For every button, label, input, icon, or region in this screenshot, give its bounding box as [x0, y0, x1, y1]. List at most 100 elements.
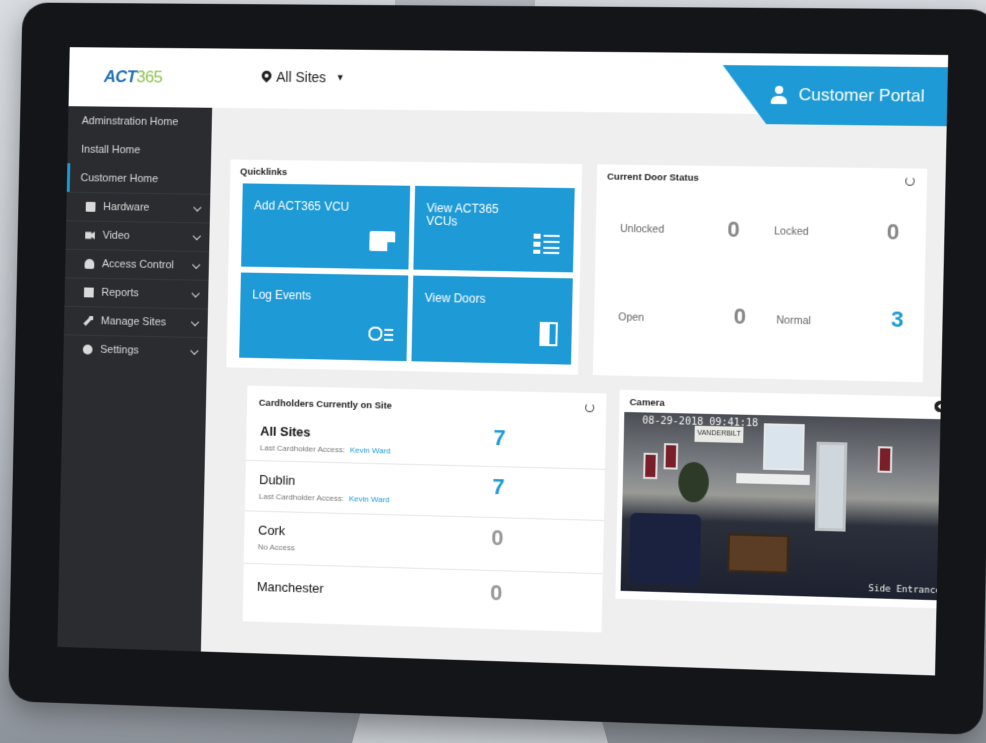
chevron-down-icon: [192, 231, 201, 241]
cardholder-row-all-sites[interactable]: All Sites Last Cardholder Access: Kevin W…: [245, 413, 606, 470]
site-selector-value: All Sites: [276, 68, 327, 86]
sidebar-item-label: Adminstration Home: [81, 114, 179, 128]
user-icon: [84, 258, 95, 269]
refresh-icon[interactable]: [905, 176, 915, 186]
refresh-icon[interactable]: [585, 403, 595, 413]
cardholder-row-dublin[interactable]: Dublin Last Cardholder Access: Kevin Ward…: [244, 461, 605, 522]
gear-icon[interactable]: [934, 400, 947, 413]
sidebar-item-label: Manage Sites: [100, 315, 167, 329]
caret-down-icon: ▼: [335, 72, 345, 83]
sidebar-item-label: Customer Home: [80, 171, 159, 185]
view-vcus-tile[interactable]: View ACT365 VCUs: [413, 185, 575, 273]
camera-panel: Camera VANDERBILT 08-29-2018 09:41:18 Si…: [615, 389, 949, 609]
door-status-title: Current Door Status: [606, 171, 699, 184]
app-screen: ACT365 All Sites ▼ Customer Portal Admin…: [57, 47, 949, 676]
clock-list-icon: [367, 322, 394, 343]
gear-icon: [82, 344, 93, 355]
site-name: Manchester: [256, 579, 324, 596]
camera-timestamp: 08-29-2018 09:41:18: [642, 415, 759, 430]
cardholder-count: 7: [493, 425, 506, 451]
site-name: All Sites: [260, 423, 311, 440]
camera-scene-poster: [663, 443, 679, 470]
camera-scene-desk: [736, 473, 810, 486]
reports-icon: [83, 287, 94, 298]
cardholder-count: 0: [491, 524, 504, 551]
log-events-tile[interactable]: Log Events: [239, 272, 409, 362]
logo-act-text: ACT: [103, 67, 137, 87]
last-access-label: Last Cardholder Access:: [258, 491, 345, 504]
act365-logo[interactable]: ACT365: [104, 67, 163, 87]
site-name: Cork: [257, 522, 286, 539]
sidebar-item-customer-home[interactable]: Customer Home: [66, 163, 211, 194]
camera-scene-table: [727, 533, 790, 574]
camera-feed[interactable]: VANDERBILT 08-29-2018 09:41:18 Side Entr…: [620, 411, 949, 601]
sidebar-item-label: Install Home: [81, 143, 141, 156]
open-count: 0: [733, 303, 747, 329]
cardholder-row-manchester[interactable]: Manchester 0: [243, 565, 603, 632]
site-name: Dublin: [259, 472, 296, 488]
tile-label: Add ACT365 VCU: [253, 198, 350, 214]
hardware-icon: [85, 201, 96, 212]
camera-scene-window: [762, 423, 805, 471]
video-camera-icon: [85, 230, 95, 240]
sidebar-item-hardware[interactable]: Hardware: [66, 191, 211, 223]
last-access-info: Last Cardholder Access: Kevin Ward: [259, 492, 390, 504]
sidebar-item-video[interactable]: Video: [65, 220, 210, 252]
monitor-bezel: ACT365 All Sites ▼ Customer Portal Admin…: [8, 2, 986, 736]
sidebar-item-label: Video: [102, 229, 130, 242]
quicklinks-panel: Quicklinks Add ACT365 VCU View ACT365 VC…: [226, 159, 583, 375]
camera-scene-poster: [643, 452, 658, 480]
camera-title: Camera: [629, 397, 665, 409]
cardholders-panel: Cardholders Currently on Site All Sites …: [242, 385, 607, 633]
customer-portal-tab[interactable]: Customer Portal: [721, 65, 948, 126]
sidebar-item-label: Reports: [101, 286, 139, 300]
chevron-down-icon: [191, 289, 200, 298]
add-vcu-tile[interactable]: Add ACT365 VCU: [241, 183, 411, 270]
camera-scene-sofa: [628, 512, 702, 586]
unlocked-label: Unlocked: [619, 222, 665, 236]
cardholder-link[interactable]: Kevin Ward: [350, 446, 391, 456]
sidebar-item-install-home[interactable]: Install Home: [67, 135, 211, 165]
cardholder-row-cork[interactable]: Cork No Access 0: [243, 512, 604, 575]
location-pin-icon: [262, 70, 272, 83]
sidebar-item-manage-sites[interactable]: Manage Sites: [63, 305, 208, 338]
sidebar-item-reports[interactable]: Reports: [64, 277, 209, 309]
normal-count: 3: [890, 306, 904, 332]
tile-label: View ACT365 VCUs: [426, 200, 499, 228]
door-icon: [539, 321, 558, 347]
last-access-label: Last Cardholder Access:: [259, 443, 346, 455]
chevron-down-icon: [192, 260, 201, 269]
camera-scene-poster: [877, 446, 893, 473]
logo-num-text: 365: [136, 67, 163, 87]
cardholder-link[interactable]: Kevin Ward: [349, 494, 390, 504]
camera-scene-door: [814, 441, 848, 532]
user-icon: [770, 86, 789, 104]
chevron-down-icon: [190, 346, 199, 355]
view-doors-tile[interactable]: View Doors: [411, 275, 573, 365]
sidebar-item-access-control[interactable]: Access Control: [65, 248, 210, 280]
sidebar-item-label: Access Control: [101, 258, 174, 272]
sidebar-item-label: Hardware: [103, 201, 150, 214]
cardholder-count: 0: [489, 579, 503, 606]
sidebar: Adminstration Home Install Home Customer…: [57, 106, 213, 652]
locked-label: Locked: [773, 225, 809, 239]
cardholders-title: Cardholders Currently on Site: [258, 397, 392, 412]
locked-count: 0: [886, 218, 900, 245]
quicklinks-title: Quicklinks: [239, 166, 288, 179]
portal-label: Customer Portal: [798, 85, 925, 106]
tile-label: View Doors: [424, 290, 486, 306]
chevron-down-icon: [190, 317, 200, 327]
list-icon: [533, 233, 560, 255]
top-bar: ACT365 All Sites ▼ Customer Portal: [68, 47, 949, 116]
sidebar-item-administration-home[interactable]: Adminstration Home: [68, 106, 212, 136]
last-access-info: Last Cardholder Access: Kevin Ward: [260, 443, 391, 455]
wrench-icon: [83, 316, 93, 326]
open-label: Open: [618, 311, 645, 324]
camera-caption: Side Entrance: [868, 583, 942, 597]
normal-label: Normal: [776, 314, 811, 328]
site-selector[interactable]: All Sites ▼: [261, 68, 345, 86]
sidebar-item-settings[interactable]: Settings: [63, 334, 208, 366]
no-access-label: No Access: [257, 542, 295, 553]
door-status-panel: Current Door Status Unlocked 0 Locked 0 …: [592, 164, 928, 383]
cardholder-count: 7: [492, 474, 505, 500]
